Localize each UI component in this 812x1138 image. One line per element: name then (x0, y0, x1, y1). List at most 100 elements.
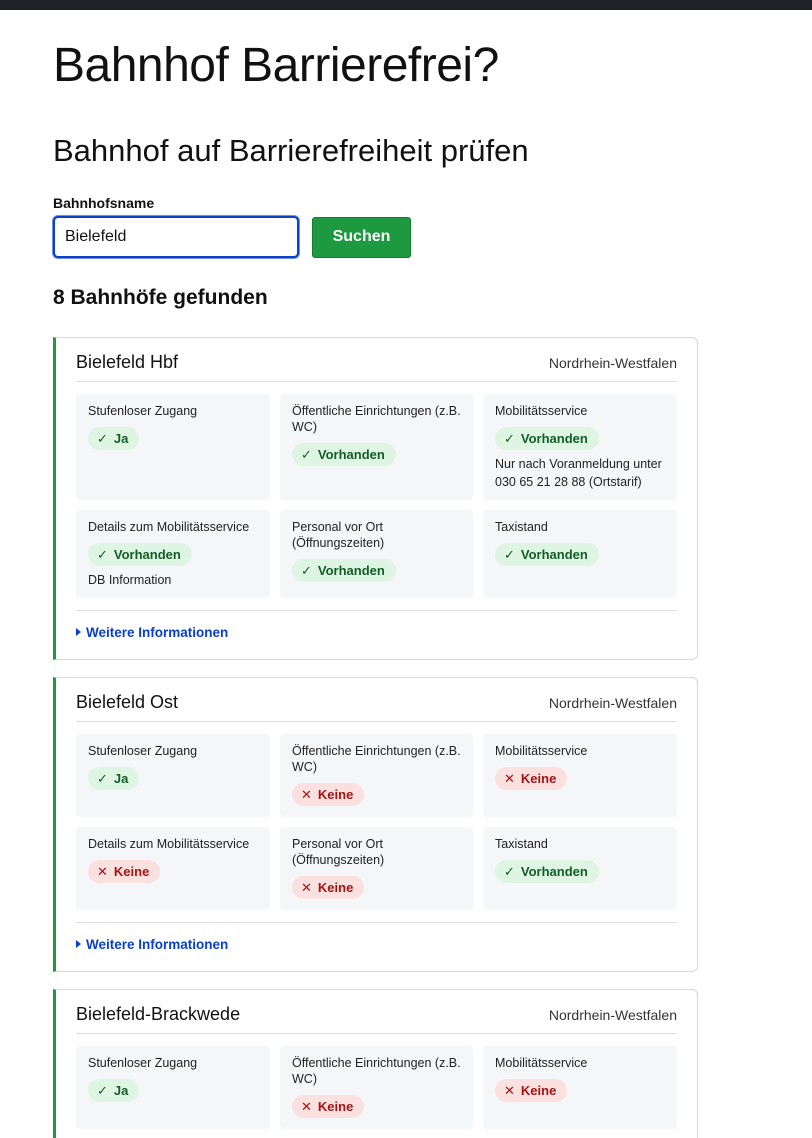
feature-grid: Stufenloser Zugang ✓ Ja Öffentliche Einrich… (76, 722, 677, 910)
station-card-footer: Weitere Informationen (76, 922, 677, 971)
search-form: Bahnhofsname Suchen (53, 194, 698, 258)
caret-right-icon (76, 940, 81, 948)
page-heading: Bahnhof auf Barrierefreiheit prüfen (53, 133, 529, 168)
feature-stufenloser-zugang: Stufenloser Zugang ✓ Ja (76, 394, 270, 500)
more-info-label: Weitere Informationen (86, 624, 229, 640)
station-card-footer: Weitere Informationen (76, 610, 677, 659)
feature-label: Stufenloser Zugang (88, 404, 198, 418)
search-field-label: Bahnhofsname (53, 195, 155, 211)
cross-icon: ✕ (97, 863, 108, 879)
feature-mobilitaetsservice: Mobilitätsservice ✕ Keine (483, 734, 677, 817)
status-badge: ✓ Ja (88, 427, 140, 450)
feature-note: DB Information (88, 573, 172, 587)
station-name: Bielefeld Hbf (76, 352, 179, 372)
status-badge: ✓ Ja (88, 767, 140, 790)
status-badge: ✓ Vorhanden (495, 543, 599, 566)
status-text: Vorhanden (317, 563, 385, 578)
checkmark-icon: ✓ (97, 430, 108, 446)
status-badge: ✕ Keine (495, 767, 568, 790)
checkmark-icon: ✓ (504, 863, 515, 879)
feature-details-zum-mobilitaetsservice: Details zum Mobilitätsservice ✕ Keine (76, 827, 270, 910)
station-card-header: Bielefeld Hbf Nordrhein-Westfalen (76, 352, 677, 382)
status-badge: ✕ Keine (292, 876, 365, 899)
feature-label: Taxistand (495, 520, 548, 534)
status-badge: ✕ Keine (292, 783, 365, 806)
status-text: Keine (520, 1083, 557, 1098)
cross-icon: ✕ (301, 1098, 312, 1114)
feature-label: Mobilitätsservice (495, 744, 588, 758)
station-card-header: Bielefeld-Brackwede Nordrhein-Westfalen (76, 1004, 677, 1034)
feature-taxistand: Taxistand ✓ Vorhanden (483, 827, 677, 910)
station-state: Nordrhein-Westfalen (548, 695, 677, 711)
station-name: Bielefeld-Brackwede (76, 1004, 241, 1024)
feature-label: Stufenloser Zugang (88, 744, 198, 758)
more-info-toggle[interactable]: Weitere Informationen (76, 937, 228, 952)
status-text: Keine (113, 864, 150, 879)
status-badge: ✓ Vorhanden (292, 559, 396, 582)
status-badge: ✓ Vorhanden (495, 427, 599, 450)
cross-icon: ✕ (301, 786, 312, 802)
cross-icon: ✕ (504, 1082, 515, 1098)
feature-mobilitaetsservice: Mobilitätsservice ✓ Vorhanden Nur nach Vora… (483, 394, 677, 500)
checkmark-icon: ✓ (504, 430, 515, 446)
station-card: Bielefeld Hbf Nordrhein-Westfalen Stufenlo… (53, 337, 698, 660)
feature-label: Taxistand (495, 837, 548, 851)
cross-icon: ✕ (504, 770, 515, 786)
results-list: Bielefeld Hbf Nordrhein-Westfalen Stufenlo… (53, 337, 698, 1138)
feature-label: Personal vor Ort (Öffnungszeiten) (292, 837, 385, 867)
caret-right-icon (76, 628, 81, 636)
feature-label: Öffentliche Einrichtungen (z.B. WC) (292, 404, 461, 434)
feature-oeffentliche-einrichtungen-z-b-wc: Öffentliche Einrichtungen (z.B. WC) ✕ Kein… (280, 1046, 473, 1129)
feature-label: Öffentliche Einrichtungen (z.B. WC) (292, 744, 461, 774)
feature-stufenloser-zugang: Stufenloser Zugang ✓ Ja (76, 734, 270, 817)
station-card: Bielefeld Ost Nordrhein-Westfalen Stufenlo… (53, 677, 698, 972)
feature-details-zum-mobilitaetsservice: Details zum Mobilitätsservice ✓ Vorhanden D… (76, 510, 270, 598)
feature-taxistand: Taxistand ✓ Vorhanden (483, 510, 677, 598)
status-text: Vorhanden (113, 547, 181, 562)
checkmark-icon: ✓ (97, 546, 108, 562)
feature-label: Mobilitätsservice (495, 1056, 588, 1070)
status-text: Keine (520, 771, 557, 786)
checkmark-icon: ✓ (97, 1082, 108, 1098)
status-badge: ✓ Vorhanden (88, 543, 192, 566)
status-text: Vorhanden (317, 447, 385, 462)
checkmark-icon: ✓ (301, 446, 312, 462)
station-name: Bielefeld Ost (76, 692, 179, 712)
status-text: Keine (317, 787, 354, 802)
station-card-header: Bielefeld Ost Nordrhein-Westfalen (76, 692, 677, 722)
feature-label: Personal vor Ort (Öffnungszeiten) (292, 520, 385, 550)
status-text: Ja (113, 771, 129, 786)
checkmark-icon: ✓ (504, 546, 515, 562)
station-card: Bielefeld-Brackwede Nordrhein-Westfalen St… (53, 989, 698, 1138)
status-badge: ✓ Vorhanden (292, 443, 396, 466)
main-content: Bahnhof Barrierefrei? Bahnhof auf Barrie… (53, 10, 698, 1138)
feature-grid: Stufenloser Zugang ✓ Ja Öffentliche Einrich… (76, 1034, 677, 1129)
status-text: Ja (113, 1083, 129, 1098)
feature-oeffentliche-einrichtungen-z-b-wc: Öffentliche Einrichtungen (z.B. WC) ✓ Vorh… (280, 394, 473, 500)
site-title: Bahnhof Barrierefrei? (53, 39, 499, 92)
status-text: Vorhanden (520, 864, 588, 879)
feature-stufenloser-zugang: Stufenloser Zugang ✓ Ja (76, 1046, 270, 1129)
feature-note: Nur nach Voranmeldung unter 030 65 21 28… (495, 457, 662, 489)
station-state: Nordrhein-Westfalen (548, 1007, 677, 1023)
search-button[interactable]: Suchen (312, 216, 411, 258)
status-badge: ✕ Keine (292, 1095, 365, 1118)
cross-icon: ✕ (301, 879, 312, 895)
search-row: Suchen (53, 216, 698, 258)
feature-label: Öffentliche Einrichtungen (z.B. WC) (292, 1056, 461, 1086)
status-text: Keine (317, 1099, 354, 1114)
station-state: Nordrhein-Westfalen (548, 355, 677, 371)
top-bar (0, 0, 812, 10)
station-search-input[interactable] (53, 216, 299, 258)
status-badge: ✓ Vorhanden (495, 860, 599, 883)
feature-label: Details zum Mobilitätsservice (88, 837, 250, 851)
status-badge: ✕ Keine (88, 860, 161, 883)
status-badge: ✕ Keine (495, 1079, 568, 1102)
status-badge: ✓ Ja (88, 1079, 140, 1102)
feature-label: Details zum Mobilitätsservice (88, 520, 250, 534)
status-text: Ja (113, 431, 129, 446)
more-info-toggle[interactable]: Weitere Informationen (76, 625, 228, 640)
result-count: 8 Bahnhöfe gefunden (53, 286, 268, 309)
status-text: Vorhanden (520, 431, 588, 446)
feature-grid: Stufenloser Zugang ✓ Ja Öffentliche Einrich… (76, 382, 677, 598)
